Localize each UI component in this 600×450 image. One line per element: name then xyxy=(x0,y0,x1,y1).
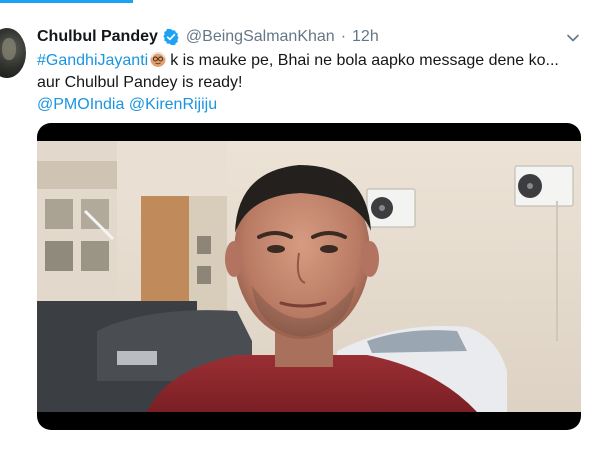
author-handle[interactable]: @BeingSalmanKhan xyxy=(186,28,335,46)
author-name[interactable]: Chulbul Pandey xyxy=(37,28,158,46)
tweet[interactable]: Chulbul Pandey @BeingSalmanKhan · 12h #G… xyxy=(0,0,600,450)
chevron-down-icon[interactable] xyxy=(565,30,581,46)
mention-link-pmoindia[interactable]: @PMOIndia xyxy=(37,96,124,113)
tweet-text: #GandhiJayanti k is mauke pe, Bhai ne bo… xyxy=(37,50,577,116)
gandhi-emoji-icon xyxy=(149,50,167,68)
tweet-timestamp[interactable]: 12h xyxy=(352,28,379,46)
avatar-image xyxy=(2,38,16,60)
avatar[interactable] xyxy=(0,28,26,78)
hashtag-link[interactable]: #GandhiJayanti xyxy=(37,52,148,69)
video-player[interactable] xyxy=(37,123,581,430)
tweet-text-line-1: #GandhiJayanti k is mauke pe, Bhai ne bo… xyxy=(37,50,577,72)
verified-badge-icon xyxy=(162,28,180,46)
video-frame xyxy=(37,141,581,412)
tweet-text-line-3: @PMOIndia @KirenRijiju xyxy=(37,94,577,116)
separator-dot: · xyxy=(340,28,347,45)
tweet-text-line-2: aur Chulbul Pandey is ready! xyxy=(37,74,243,91)
tweet-text-segment-1: k is mauke pe, Bhai ne bola aapko messag… xyxy=(170,52,559,69)
mention-link-kirenrijiju[interactable]: @KirenRijiju xyxy=(129,96,217,113)
tweet-header: Chulbul Pandey @BeingSalmanKhan · 12h xyxy=(37,26,379,48)
